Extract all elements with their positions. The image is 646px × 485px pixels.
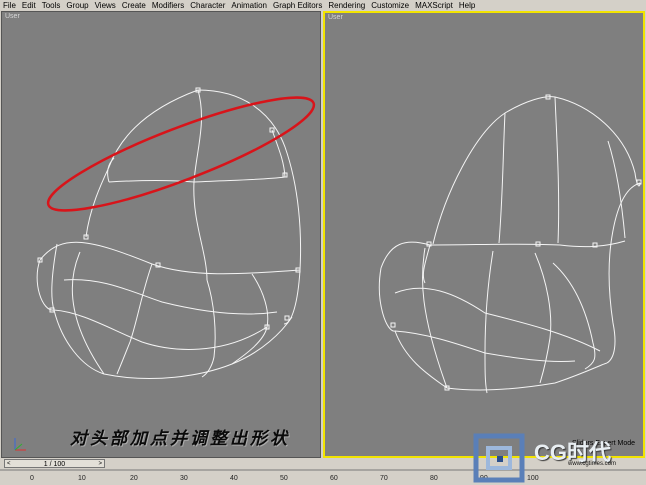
viewport-right[interactable]: User <box>323 11 645 458</box>
ruler-tick: 20 <box>130 475 138 482</box>
menu-character[interactable]: Character <box>190 0 225 11</box>
spline-cage-right <box>378 94 642 394</box>
time-slider-prev-button[interactable]: < <box>7 460 11 469</box>
time-slider-next-button[interactable]: > <box>98 460 102 469</box>
ruler-tick: 10 <box>78 475 86 482</box>
ruler-tick: 50 <box>280 475 288 482</box>
logo-url: www.cgtimes.com <box>568 461 617 467</box>
cg-logo-icon <box>473 433 525 483</box>
ruler-tick: 70 <box>380 475 388 482</box>
ruler-tick: 60 <box>330 475 338 482</box>
menu-create[interactable]: Create <box>122 0 146 11</box>
menu-modifiers[interactable]: Modifiers <box>152 0 184 11</box>
menu-maxscript[interactable]: MAXScript <box>415 0 453 11</box>
spline-cage-left <box>14 87 316 451</box>
menu-file[interactable]: File <box>3 0 16 11</box>
menu-views[interactable]: Views <box>95 0 116 11</box>
time-slider[interactable]: < 1 / 100 > <box>4 459 105 468</box>
menu-graph-editors[interactable]: Graph Editors <box>273 0 322 11</box>
viewport-left[interactable]: User <box>1 11 321 458</box>
ruler-tick: 40 <box>230 475 238 482</box>
menu-group[interactable]: Group <box>66 0 88 11</box>
ruler-tick: 0 <box>30 475 34 482</box>
menu-rendering[interactable]: Rendering <box>328 0 365 11</box>
menu-animation[interactable]: Animation <box>231 0 267 11</box>
menu-edit[interactable]: Edit <box>22 0 36 11</box>
menu-bar: File Edit Tools Group Views Create Modif… <box>0 0 646 11</box>
highlight-ellipse <box>46 96 316 212</box>
menu-help[interactable]: Help <box>459 0 475 11</box>
frame-counter: 1 / 100 <box>43 461 66 468</box>
ruler-tick: 80 <box>430 475 438 482</box>
menu-tools[interactable]: Tools <box>42 0 61 11</box>
menu-customize[interactable]: Customize <box>371 0 409 11</box>
watermark-logo: CG时代 www.cgtimes.com <box>472 428 646 485</box>
ruler-tick: 30 <box>180 475 188 482</box>
axis-tripod-icon <box>14 438 26 451</box>
tutorial-caption: 对头部加点并调整出形状 <box>70 429 290 449</box>
